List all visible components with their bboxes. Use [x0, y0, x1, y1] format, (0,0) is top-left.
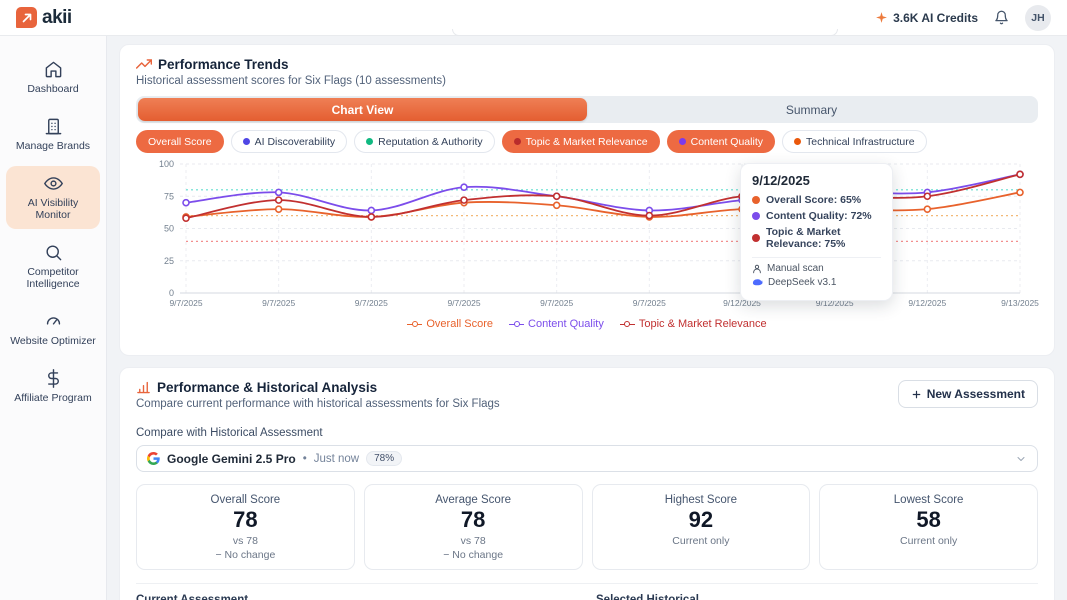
svg-text:9/7/2025: 9/7/2025	[355, 298, 388, 308]
eye-icon	[44, 174, 63, 193]
svg-text:9/7/2025: 9/7/2025	[169, 298, 202, 308]
tab-summary[interactable]: Summary	[587, 98, 1036, 121]
trends-title: Performance Trends	[158, 57, 289, 72]
stat-average-score: Average Score 78 vs 78 − No change	[364, 484, 583, 570]
tooltip-dot	[752, 212, 760, 220]
view-toggle: Chart View Summary	[136, 96, 1038, 123]
svg-text:9/13/2025: 9/13/2025	[1001, 298, 1039, 308]
bar-chart-icon	[136, 380, 151, 395]
chart-canvas: 0 25 50 75 100 9/7/2025 9/7/2025 9/7/2025 9/7/20…	[136, 157, 1040, 311]
line-marker-icon	[407, 321, 422, 328]
app-logo[interactable]: akii	[16, 7, 72, 29]
assessment-columns: Current Assessment Google Gemini 2.5 Pro…	[136, 583, 1038, 600]
chart-legend: Overall Score Content Quality Topic & Ma…	[136, 318, 1038, 330]
svg-text:100: 100	[159, 159, 174, 169]
building-icon	[44, 117, 63, 136]
score-badge: 78%	[366, 451, 402, 466]
trend-line-chart[interactable]: 0 25 50 75 100 9/7/2025 9/7/2025 9/7/2025 9/7/20…	[136, 157, 1038, 316]
svg-text:75: 75	[164, 191, 174, 201]
sidebar-item-manage-brands[interactable]: Manage Brands	[6, 109, 100, 160]
plus-icon	[911, 389, 922, 400]
svg-text:9/7/2025: 9/7/2025	[262, 298, 295, 308]
logo-arrow-icon	[16, 7, 37, 28]
partial-scrolled-element	[452, 29, 838, 36]
gauge-icon	[44, 312, 63, 331]
chip-overall-score[interactable]: Overall Score	[136, 130, 224, 153]
main-content: Performance Trends Historical assessment…	[107, 36, 1067, 600]
logo-text: akii	[42, 7, 72, 29]
dollar-icon	[44, 369, 63, 388]
line-marker-icon	[620, 321, 635, 328]
dropdown-time: Just now	[314, 453, 359, 465]
svg-text:25: 25	[164, 256, 174, 266]
historical-assessment-dropdown[interactable]: Google Gemini 2.5 Pro • Just now 78%	[136, 445, 1038, 472]
svg-text:9/7/2025: 9/7/2025	[447, 298, 480, 308]
topbar: akii 3.6K AI Credits JH	[0, 0, 1067, 36]
svg-text:0: 0	[169, 288, 174, 298]
legend-overall-score: Overall Score	[407, 318, 493, 330]
chip-technical-infrastructure[interactable]: Technical Infrastructure	[782, 130, 927, 153]
stat-cards: Overall Score 78 vs 78 − No change Avera…	[136, 484, 1038, 570]
svg-text:50: 50	[164, 224, 174, 234]
series-dot	[679, 138, 686, 145]
chart-tooltip: 9/12/2025 Overall Score: 65% Content Qua…	[740, 163, 893, 301]
current-assessment-column: Current Assessment Google Gemini 2.5 Pro	[136, 594, 578, 600]
dropdown-selected-value: Google Gemini 2.5 Pro	[167, 452, 296, 466]
line-marker-icon	[509, 321, 524, 328]
analysis-title: Performance & Historical Analysis	[157, 380, 377, 395]
selected-historical-title: Selected Historical	[596, 594, 1038, 600]
notifications-bell-icon[interactable]	[994, 10, 1009, 25]
sidebar-item-dashboard[interactable]: Dashboard	[6, 52, 100, 103]
stat-lowest-score: Lowest Score 58 Current only	[819, 484, 1038, 570]
trends-subtitle: Historical assessment scores for Six Fla…	[136, 75, 1038, 87]
home-icon	[44, 60, 63, 79]
tooltip-dot	[752, 234, 760, 242]
legend-content-quality: Content Quality	[509, 318, 604, 330]
whale-icon	[752, 277, 763, 288]
series-dot	[243, 138, 250, 145]
sidebar-item-ai-visibility-monitor[interactable]: AI Visibility Monitor	[6, 166, 100, 229]
chip-content-quality[interactable]: Content Quality	[667, 130, 775, 153]
chip-reputation-authority[interactable]: Reputation & Authority	[354, 130, 494, 153]
historical-analysis-card: Performance & Historical Analysis Compar…	[119, 367, 1055, 600]
google-icon	[147, 452, 160, 465]
compare-label: Compare with Historical Assessment	[136, 427, 1038, 439]
ai-credits-badge[interactable]: 3.6K AI Credits	[875, 11, 978, 25]
series-toggle-chips: Overall Score AI Discoverability Reputat…	[136, 130, 1038, 153]
person-icon	[752, 264, 762, 274]
search-icon	[44, 243, 63, 262]
svg-text:9/7/2025: 9/7/2025	[540, 298, 573, 308]
tooltip-date: 9/12/2025	[752, 173, 881, 188]
current-assessment-title: Current Assessment	[136, 594, 578, 600]
legend-topic-market-relevance: Topic & Market Relevance	[620, 318, 767, 330]
spark-icon	[875, 11, 888, 24]
new-assessment-button[interactable]: New Assessment	[898, 380, 1038, 408]
tab-chart-view[interactable]: Chart View	[138, 98, 587, 121]
sidebar-item-affiliate-program[interactable]: Affiliate Program	[6, 361, 100, 412]
performance-trends-card: Performance Trends Historical assessment…	[119, 44, 1055, 356]
series-dot	[366, 138, 373, 145]
chip-topic-market-relevance[interactable]: Topic & Market Relevance	[502, 130, 660, 153]
stat-overall-score: Overall Score 78 vs 78 − No change	[136, 484, 355, 570]
user-avatar[interactable]: JH	[1025, 5, 1051, 31]
stat-highest-score: Highest Score 92 Current only	[592, 484, 811, 570]
trending-up-icon	[136, 56, 152, 72]
sidebar-item-website-optimizer[interactable]: Website Optimizer	[6, 304, 100, 355]
series-dot	[794, 138, 801, 145]
sidebar-item-competitor-intelligence[interactable]: Competitor Intelligence	[6, 235, 100, 298]
analysis-subtitle: Compare current performance with histori…	[136, 398, 500, 410]
chevron-down-icon[interactable]	[1015, 453, 1027, 465]
selected-historical-column: Selected Historical Google Gemini 2.5 Pr…	[596, 594, 1038, 600]
series-dot	[514, 138, 521, 145]
svg-text:9/12/2025: 9/12/2025	[908, 298, 946, 308]
tooltip-dot	[752, 196, 760, 204]
chip-ai-discoverability[interactable]: AI Discoverability	[231, 130, 348, 153]
svg-text:9/7/2025: 9/7/2025	[633, 298, 666, 308]
sidebar: Dashboard Manage Brands AI Visibility Mo…	[0, 36, 107, 600]
